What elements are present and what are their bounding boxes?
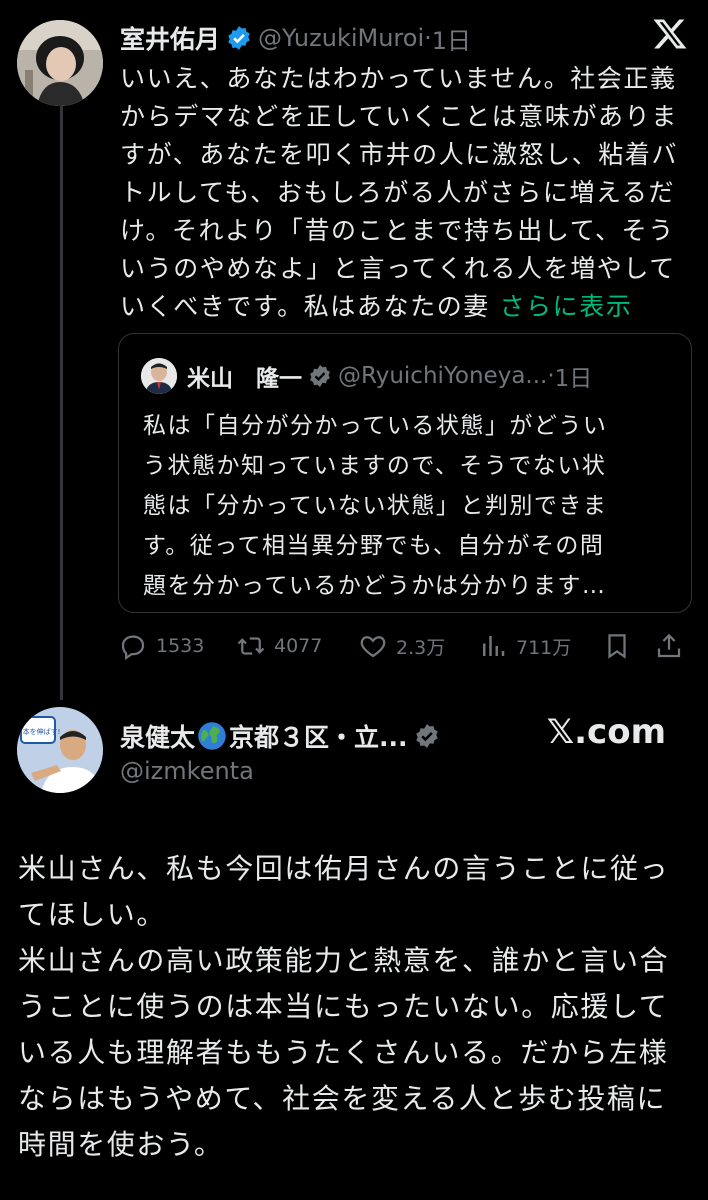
tweet-line: け。それより「昔のことまで持ち出して、そう bbox=[120, 216, 675, 245]
tweet-line: いうのやめなよ」と言ってくれる人を増やして bbox=[120, 254, 676, 283]
avatar-photo: 日本を伸ばす! bbox=[17, 707, 103, 793]
retweet-icon bbox=[237, 637, 265, 655]
avatar[interactable]: 日本を伸ばす! bbox=[17, 707, 103, 793]
x-com-watermark: 𝕏.com bbox=[546, 712, 666, 752]
quoted-author-handle: @RyuichiYoneya... bbox=[338, 363, 548, 389]
avatar-caption: 日本を伸ばす! bbox=[17, 727, 60, 736]
share-button[interactable] bbox=[654, 626, 692, 666]
author-name-suffix[interactable]: 京都３区・立... bbox=[229, 718, 408, 754]
tweet-header: 室井佑月 @YuzukiMuroi · 1日 bbox=[120, 18, 471, 58]
separator-dot: · bbox=[547, 363, 555, 389]
author-handle[interactable]: @YuzukiMuroi bbox=[258, 24, 424, 52]
quoted-avatar-photo bbox=[141, 358, 177, 394]
quoted-avatar bbox=[141, 358, 177, 394]
avatar-photo bbox=[17, 20, 103, 106]
views-button[interactable]: 711万 bbox=[478, 626, 571, 666]
tweet-line: からデマなどを正していくことは意味がありま bbox=[120, 102, 678, 131]
quoted-body: 私は「自分が分かっている状態」がどうい う状態か知っていますので、そうでない状 … bbox=[143, 406, 683, 606]
tweet-line: いる人も理解者ももうたくさんいる。だから左様 bbox=[18, 1036, 669, 1069]
quoted-author-name: 米山 隆一 bbox=[187, 366, 302, 392]
tweet-line: うことに使うのは本当にもったいない。応援して bbox=[18, 990, 669, 1023]
tweet-line: 米山さんの高い政策能力と熱意を、誰かと言い合 bbox=[18, 944, 670, 977]
quoted-tweet-card[interactable]: 米山 隆一 @RyuichiYoneya... · 1日 私は「自分が分かってい… bbox=[118, 333, 692, 613]
like-button[interactable]: 2.3万 bbox=[358, 626, 445, 666]
avatar[interactable] bbox=[17, 20, 103, 106]
quoted-line: 態は「分かっていない状態」と判別できま bbox=[143, 493, 608, 519]
tweet-line: 時間を使おう。 bbox=[18, 1128, 224, 1161]
bookmark-icon bbox=[608, 634, 626, 659]
bookmark-button[interactable] bbox=[602, 626, 640, 666]
author-handle[interactable]: @izmkenta bbox=[120, 757, 254, 785]
view-count: 711万 bbox=[516, 636, 572, 659]
author-name[interactable]: 泉健太 bbox=[120, 718, 195, 754]
quoted-timestamp: 1日 bbox=[554, 366, 593, 392]
action-bar: 1533 4077 2.3万 711万 bbox=[118, 626, 690, 666]
tweet-line-text: いくべきです。私はあなたの妻 bbox=[120, 292, 490, 321]
like-count: 2.3万 bbox=[396, 636, 446, 659]
views-icon bbox=[483, 636, 505, 656]
thread-connector-line bbox=[60, 104, 63, 700]
verified-badge-icon bbox=[415, 724, 438, 748]
tweet-body: いいえ、あなたはわかっていません。社会正義 からデマなどを正していくことは意味が… bbox=[120, 60, 700, 326]
tweet-line: いいえ、あなたはわかっていません。社会正義 bbox=[120, 64, 677, 93]
author-name[interactable]: 室井佑月 bbox=[120, 20, 220, 56]
reply-icon bbox=[121, 635, 145, 660]
quoted-line: す。従って相当異分野でも、自分がその問 bbox=[143, 533, 605, 559]
tweet-line-last: いくべきです。私はあなたの妻 さらに表示 bbox=[120, 288, 700, 326]
share-icon bbox=[657, 633, 681, 658]
retweet-button[interactable]: 4077 bbox=[236, 626, 322, 666]
retweet-count: 4077 bbox=[274, 635, 323, 657]
quoted-line: 題を分かっているかどうかは分かります… bbox=[143, 573, 607, 599]
tweet-line: 米山さん、私も今回は佑月さんの言うことに従っ bbox=[18, 852, 670, 885]
x-logo-icon bbox=[653, 19, 687, 49]
quoted-header: 米山 隆一 @RyuichiYoneya... · 1日 bbox=[187, 356, 592, 396]
tweet-line: トルしても、おもしろがる人がさらに増えるだ bbox=[120, 178, 676, 207]
reply-button[interactable]: 1533 bbox=[118, 626, 204, 666]
globe-emoji-icon bbox=[198, 722, 226, 750]
heart-icon bbox=[360, 636, 386, 658]
tweet-body: 米山さん、私も今回は佑月さんの言うことに従っ てほしい。 米山さんの高い政策能力… bbox=[18, 846, 698, 1168]
tweet-line: てほしい。 bbox=[18, 898, 167, 931]
reply-count: 1533 bbox=[156, 635, 205, 657]
quoted-line: 私は「自分が分かっている状態」がどうい bbox=[143, 413, 608, 439]
timestamp[interactable]: 1日 bbox=[432, 21, 471, 56]
show-more-link[interactable]: さらに表示 bbox=[499, 292, 632, 321]
separator-dot: · bbox=[424, 24, 432, 52]
quoted-line: う状態か知っていますので、そうでない状 bbox=[143, 453, 607, 479]
verified-badge-icon bbox=[228, 26, 250, 50]
tweet-line: ならはもうやめて、社会を変える人と歩む投稿に bbox=[18, 1082, 667, 1115]
verified-badge-icon bbox=[310, 365, 330, 387]
tweet-line: すが、あなたを叩く市井の人に激怒し、粘着バ bbox=[120, 140, 679, 169]
tweet-header: 泉健太 京都３区・立... bbox=[120, 716, 446, 756]
